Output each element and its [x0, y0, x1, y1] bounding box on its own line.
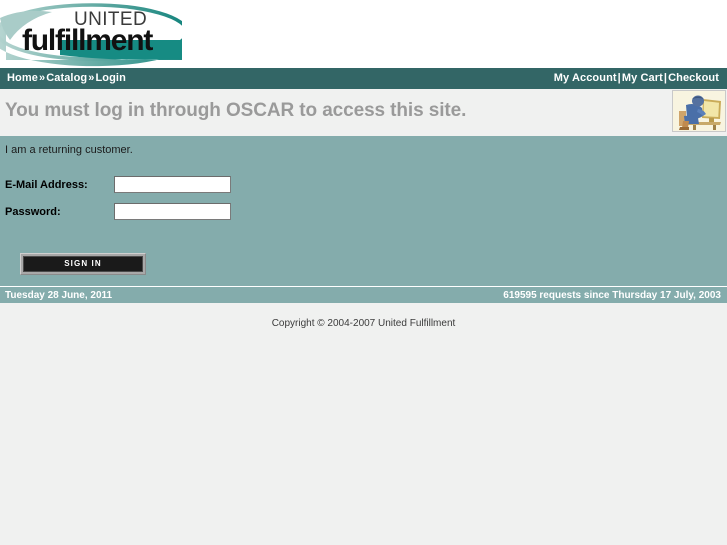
site-header: UNITED fulfillment [0, 0, 727, 68]
nav-my-account[interactable]: My Account [554, 72, 617, 84]
nav-checkout[interactable]: Checkout [668, 72, 719, 84]
breadcrumb-login[interactable]: Login [95, 72, 125, 84]
page-title: You must log in through OSCAR to access … [5, 100, 467, 121]
password-label: Password: [5, 206, 61, 218]
current-date: Tuesday 28 June, 2011 [5, 290, 113, 301]
navigation-bar: Home»Catalog»Login My Account|My Cart|Ch… [0, 68, 727, 89]
email-row: E-Mail Address: [0, 176, 727, 196]
main-content: You must log in through OSCAR to access … [0, 89, 727, 529]
footer-bar: Tuesday 28 June, 2011 619595 requests si… [0, 286, 727, 303]
nav-my-cart[interactable]: My Cart [622, 72, 663, 84]
breadcrumb-home[interactable]: Home [7, 72, 38, 84]
password-row: Password: [0, 203, 727, 223]
login-panel: I am a returning customer. E-Mail Addres… [0, 136, 727, 286]
email-label: E-Mail Address: [5, 179, 88, 191]
sign-in-button-frame: SIGN IN [20, 253, 146, 275]
breadcrumb: Home»Catalog»Login [7, 72, 126, 84]
copyright-text: Copyright © 2004-2007 United Fulfillment [0, 303, 727, 329]
page-background-filler [0, 329, 727, 529]
password-field[interactable] [114, 203, 231, 220]
page-header-row: You must log in through OSCAR to access … [0, 89, 727, 136]
breadcrumb-separator-1: » [38, 72, 46, 84]
sign-in-button[interactable]: SIGN IN [23, 256, 143, 272]
svg-text:fulfillment: fulfillment [22, 24, 153, 57]
nav-links: My Account|My Cart|Checkout [554, 72, 719, 84]
person-at-computer-glyph [673, 91, 725, 131]
returning-customer-label: I am a returning customer. [5, 144, 133, 156]
site-logo[interactable]: UNITED fulfillment [0, 0, 182, 68]
request-counter: 619595 requests since Thursday 17 July, … [503, 290, 721, 301]
person-at-computer-icon [672, 90, 726, 132]
logo-graphic: UNITED fulfillment [0, 3, 182, 67]
email-field[interactable] [114, 176, 231, 193]
breadcrumb-catalog[interactable]: Catalog [46, 72, 87, 84]
